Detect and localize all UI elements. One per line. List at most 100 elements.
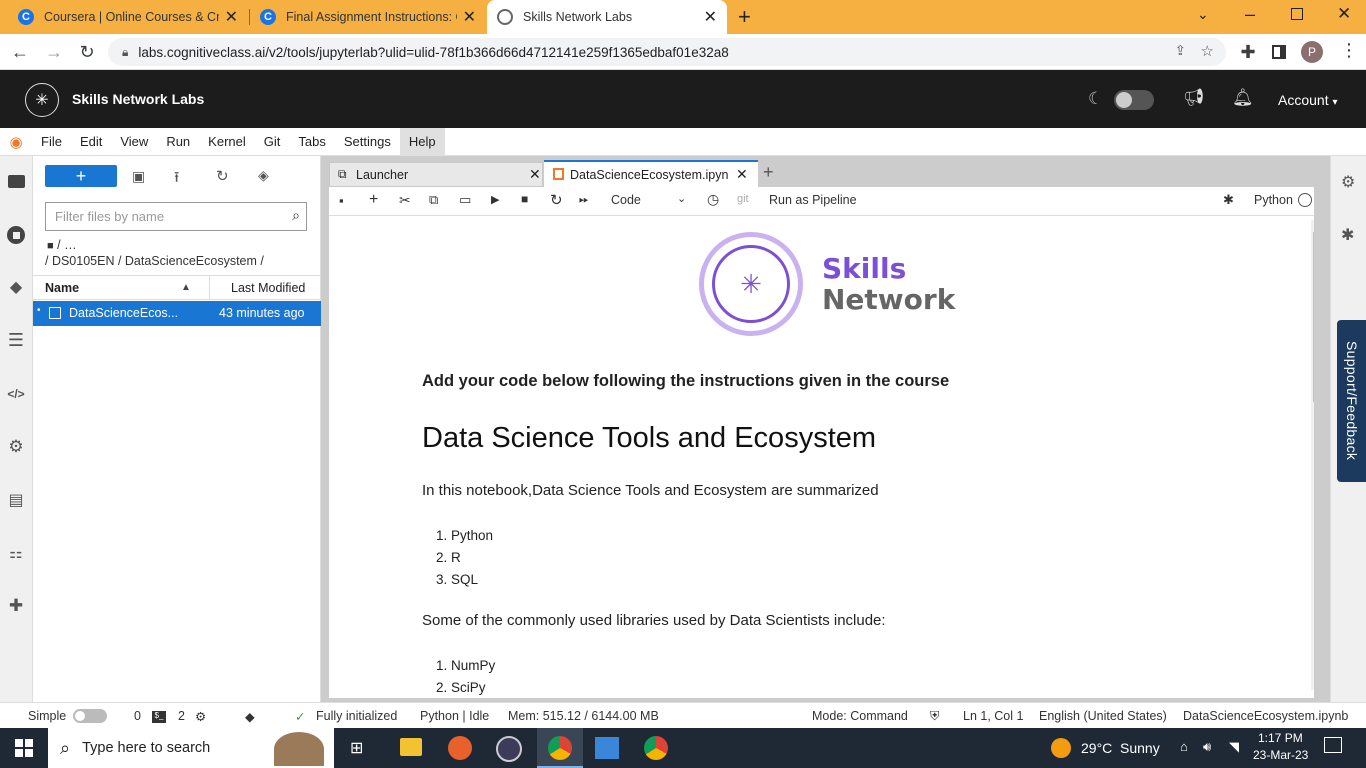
menu-file[interactable]: File — [32, 128, 71, 156]
breadcrumb-root[interactable]: ■ / … — [47, 238, 77, 252]
notifications-icon[interactable] — [1324, 737, 1342, 753]
file-explorer-icon[interactable] — [400, 738, 422, 756]
restart-run-all-icon[interactable]: ⏩︎ — [579, 192, 589, 207]
stop-icon[interactable]: ■ — [521, 192, 528, 206]
close-tab-icon[interactable]: ✕ — [529, 166, 541, 183]
column-name[interactable]: Name — [45, 281, 79, 295]
cursor-position[interactable]: Ln 1, Col 1 — [963, 709, 1023, 723]
close-tab-icon[interactable]: ✕ — [225, 7, 238, 27]
share-icon[interactable]: ⇪ — [1175, 43, 1186, 59]
taskbar-search-box[interactable]: ⌕ Type here to search — [48, 728, 334, 768]
volume-icon[interactable]: 🔊︎ — [1203, 739, 1211, 755]
running-sessions-icon[interactable] — [6, 225, 26, 245]
widgets-icon[interactable]: ⚏ — [6, 543, 26, 563]
menu-tabs[interactable]: Tabs — [289, 128, 334, 156]
git-icon[interactable]: ◆ — [6, 277, 26, 297]
firefox-icon[interactable] — [448, 736, 472, 760]
browser-tab-assignment[interactable]: C Final Assignment Instructions: Cr ✕ — [250, 0, 486, 34]
account-menu[interactable]: Account ▾ — [1278, 92, 1338, 108]
notebook-content[interactable]: ✳ Skills Network Add your code below fol… — [329, 216, 1314, 698]
new-tab-button[interactable]: + — [738, 4, 751, 30]
menu-view[interactable]: View — [111, 128, 157, 156]
copy-icon[interactable]: ⧉ — [429, 192, 438, 208]
app-icon[interactable] — [496, 736, 522, 762]
property-inspector-icon[interactable]: ⚙ — [1341, 172, 1355, 192]
browser-menu-icon[interactable]: ⋮ — [1340, 40, 1358, 61]
support-feedback-tab[interactable]: Support/Feedback — [1337, 320, 1366, 482]
new-launcher-button[interactable]: + — [45, 165, 117, 187]
close-window-button[interactable]: ✕ — [1337, 4, 1351, 24]
filter-files-input[interactable]: Filter files by name ⌕ — [45, 202, 307, 231]
column-last-modified[interactable]: Last Modified — [231, 281, 305, 295]
vertical-scrollbar[interactable] — [1311, 220, 1314, 690]
upload-icon[interactable]: ⭱ — [174, 167, 179, 192]
wifi-icon[interactable]: ◥ — [1229, 739, 1239, 755]
paste-icon[interactable]: ▭ — [459, 192, 471, 208]
menu-kernel[interactable]: Kernel — [199, 128, 255, 156]
weather-description[interactable]: Sunny — [1120, 740, 1160, 756]
extension-manager-icon[interactable]: ✚ — [6, 596, 26, 616]
pipeline-components-icon[interactable]: ▤ — [6, 490, 26, 510]
code-snippets-icon[interactable]: </> — [6, 384, 26, 404]
git-diff-button[interactable]: git — [737, 193, 749, 205]
menu-help[interactable]: Help — [399, 127, 445, 156]
folder-icon[interactable] — [6, 171, 26, 191]
task-view-icon[interactable]: ⊞ — [350, 738, 363, 758]
tab-notebook[interactable]: DataScienceEcosystem.ipyn ✕ — [544, 160, 758, 187]
run-as-pipeline-button[interactable]: Run as Pipeline — [769, 193, 857, 207]
menu-edit[interactable]: Edit — [71, 128, 111, 156]
menu-git[interactable]: Git — [255, 128, 290, 156]
close-tab-icon[interactable]: ✕ — [463, 7, 476, 27]
windows-start-icon[interactable] — [15, 739, 33, 757]
git-clone-icon[interactable]: ◈ — [258, 167, 269, 184]
git-icon[interactable]: ◆ — [245, 709, 255, 724]
breadcrumb[interactable]: / DS0105EN / DataScienceEcosystem / — [45, 254, 264, 268]
cell-type-select[interactable]: Code ⌄ — [605, 191, 691, 211]
cut-icon[interactable]: ✂ — [399, 192, 411, 209]
back-button[interactable]: ← — [8, 40, 32, 64]
forward-button[interactable]: → — [42, 40, 66, 64]
save-icon[interactable]: ▪ — [339, 193, 344, 208]
announcement-icon[interactable]: 📢︎ — [1183, 88, 1205, 108]
tab-launcher[interactable]: ⧉ Launcher ✕ — [329, 162, 543, 187]
terminal-count[interactable]: 0 — [134, 709, 141, 723]
simple-mode-toggle[interactable] — [73, 709, 107, 723]
kernel-status[interactable]: Python | Idle — [420, 709, 489, 723]
browser-tab-coursera[interactable]: C Coursera | Online Courses & Cred ✕ — [8, 0, 248, 34]
reload-button[interactable]: ↻ — [75, 40, 99, 64]
insert-cell-icon[interactable]: + — [369, 191, 378, 209]
clock-date[interactable]: 23-Mar-23 — [1253, 748, 1308, 762]
close-tab-icon[interactable]: ✕ — [704, 7, 717, 27]
extensions-icon[interactable]: ✚ — [1236, 40, 1260, 64]
chrome-taskbar-button[interactable] — [537, 728, 583, 768]
photos-icon[interactable] — [595, 737, 619, 759]
debugger-bug-icon[interactable]: ✱ — [1223, 192, 1234, 208]
refresh-icon[interactable]: ↻ — [216, 167, 229, 185]
network-icon[interactable]: ⌂ — [1180, 739, 1188, 754]
maximize-button[interactable] — [1291, 8, 1303, 20]
notification-bell-icon[interactable]: 🔔︎ — [1232, 88, 1254, 108]
shield-icon[interactable]: ⛨ — [930, 709, 939, 724]
dark-mode-toggle[interactable] — [1114, 90, 1154, 110]
chrome-profile-icon[interactable] — [644, 736, 668, 760]
property-inspector-icon[interactable]: ⚙ — [6, 437, 26, 457]
new-folder-icon[interactable]: ▣ — [132, 168, 145, 185]
browser-tab-skills-network[interactable]: Skills Network Labs ✕ — [487, 0, 727, 34]
bookmark-star-icon[interactable]: ☆ — [1201, 42, 1214, 60]
add-tab-button[interactable]: + — [763, 162, 774, 183]
spellcheck-language[interactable]: English (United States) — [1039, 709, 1167, 723]
url-field[interactable]: 🔒︎ labs.cognitiveclass.ai/v2/tools/jupyt… — [108, 38, 1226, 66]
side-panel-icon[interactable] — [1272, 45, 1286, 59]
debugger-icon[interactable]: ✱ — [1341, 225, 1354, 245]
table-of-contents-icon[interactable]: ☰ — [6, 330, 26, 350]
minimize-button[interactable]: – — [1245, 4, 1255, 25]
run-icon[interactable]: ▶ — [491, 193, 499, 206]
kernel-count[interactable]: 2 — [178, 709, 185, 723]
file-row[interactable]: • DataScienceEcos... 43 minutes ago — [33, 301, 321, 326]
kernel-name[interactable]: Python — [1254, 193, 1293, 207]
restart-icon[interactable]: ↻ — [550, 191, 563, 209]
menu-settings[interactable]: Settings — [335, 128, 400, 156]
weather-temperature[interactable]: 29°C — [1081, 740, 1112, 756]
clock-time[interactable]: 1:17 PM — [1258, 731, 1303, 745]
close-tab-icon[interactable]: ✕ — [736, 166, 748, 183]
